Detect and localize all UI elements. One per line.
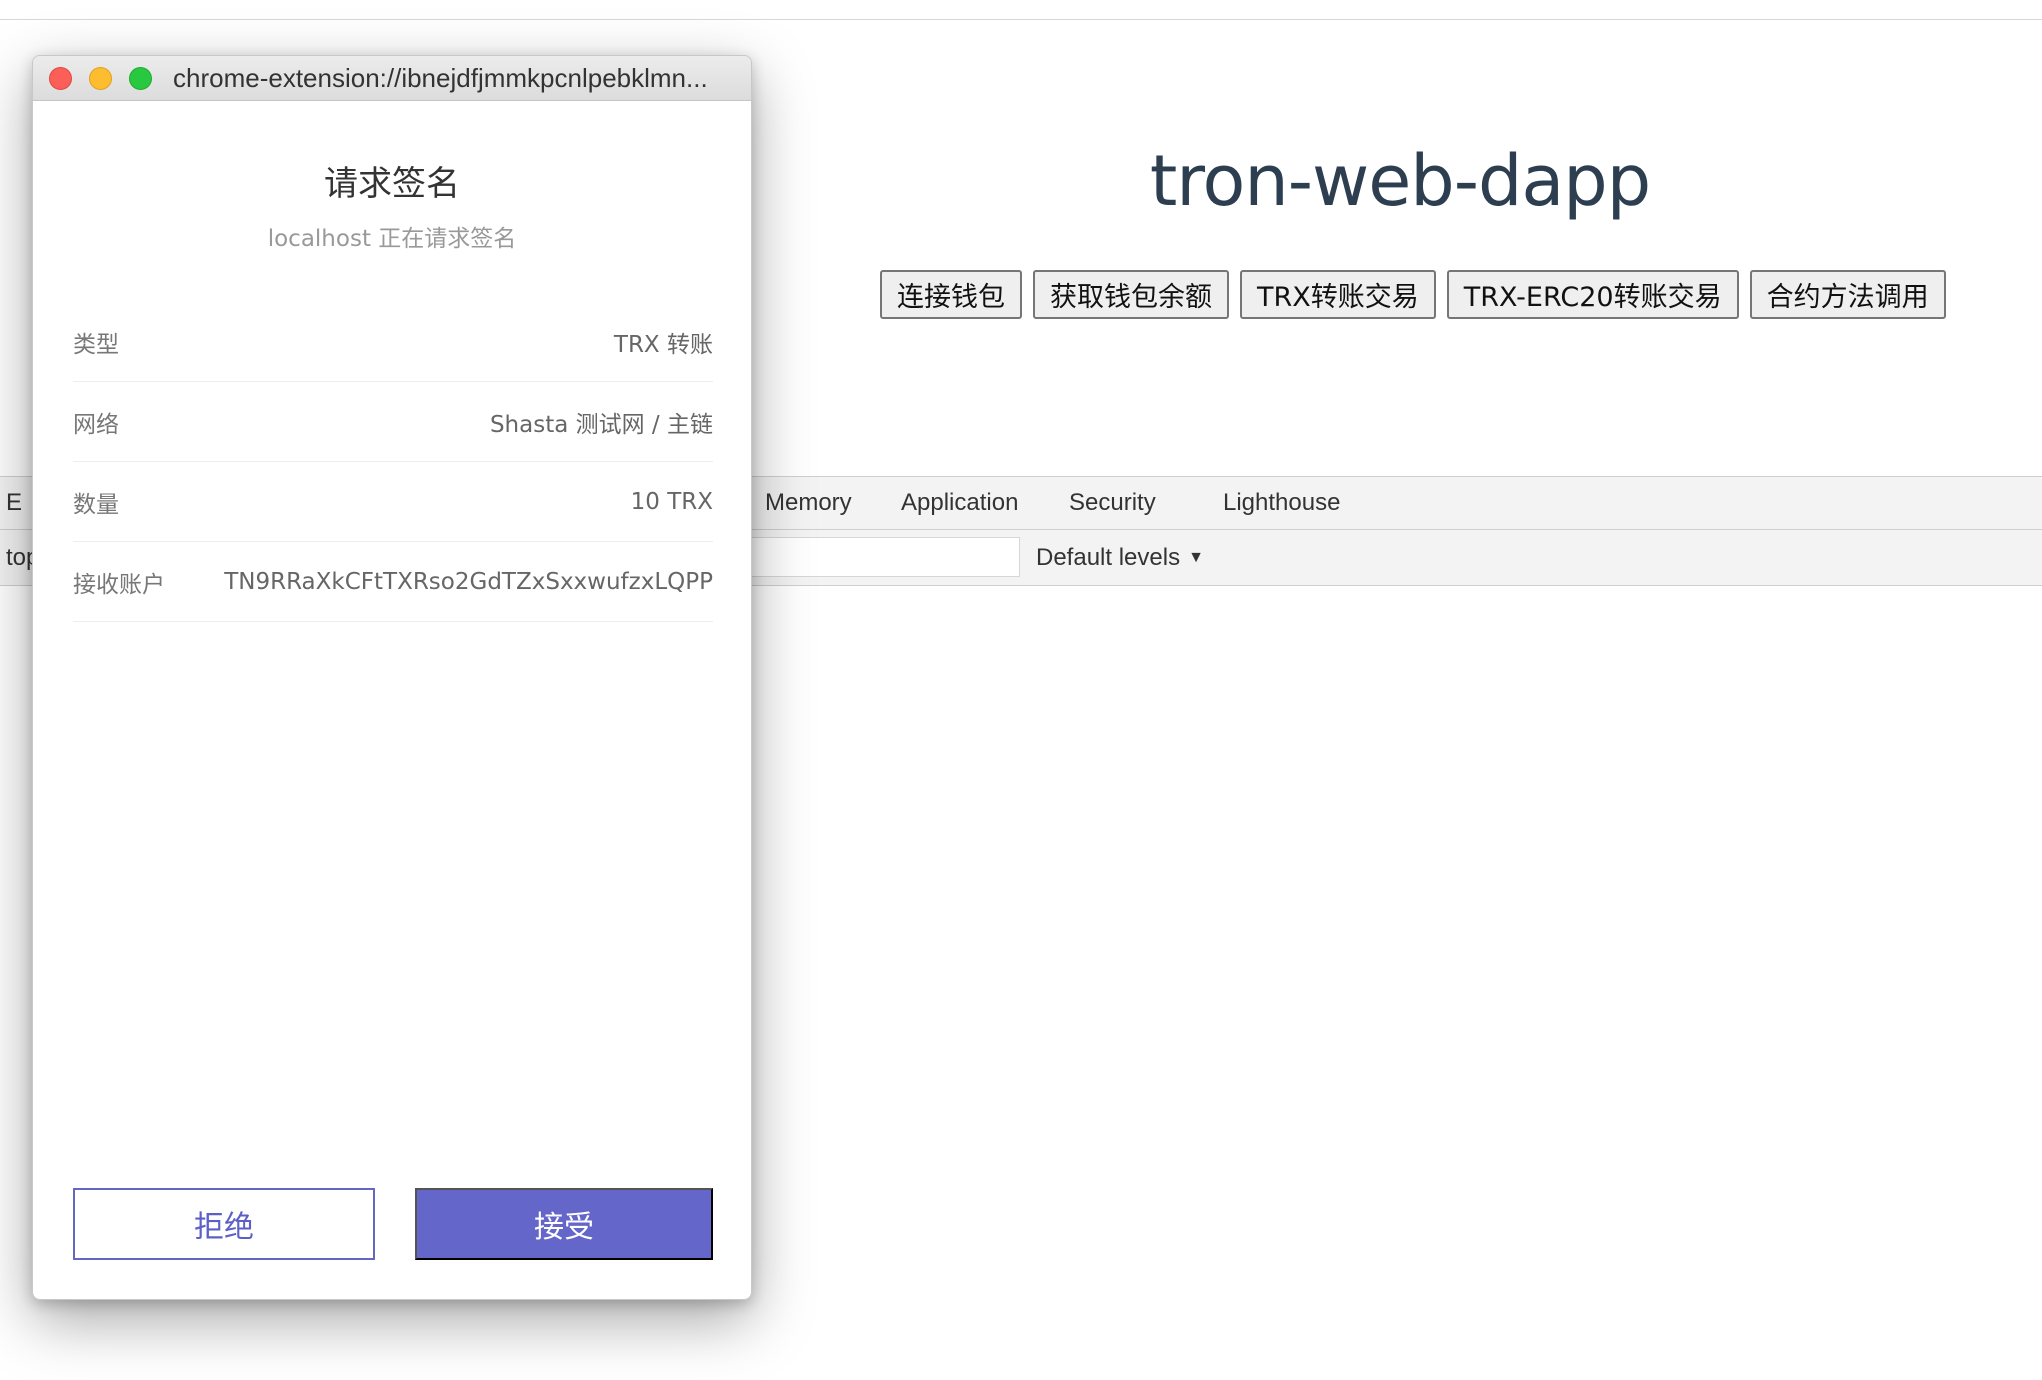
detail-label: 接收账户	[73, 571, 165, 598]
detail-label: 网络	[73, 411, 119, 438]
detail-label: 数量	[73, 491, 119, 518]
devtools-tab-security[interactable]: Security	[1069, 489, 1156, 517]
get-balance-button[interactable]: 获取钱包余额	[1033, 270, 1229, 319]
detail-value: TRX 转账	[613, 331, 713, 358]
minimize-window-icon[interactable]	[89, 66, 112, 90]
connect-wallet-button[interactable]: 连接钱包	[880, 270, 1022, 319]
devtools-tab-lighthouse[interactable]: Lighthouse	[1223, 489, 1340, 517]
sign-request-subtitle: localhost 正在请求签名	[267, 226, 517, 252]
trx-transfer-button[interactable]: TRX转账交易	[1240, 270, 1436, 319]
popup-url: chrome-extension://ibnejdfjmmkpcnlpebklm…	[173, 62, 708, 93]
detail-label: 类型	[73, 331, 119, 358]
detail-value: Shasta 测试网 / 主链	[489, 411, 713, 438]
zoom-window-icon[interactable]	[129, 66, 152, 90]
devtools-tab-elements-fragment[interactable]: E	[6, 489, 22, 517]
log-levels-dropdown[interactable]: Default levels ▼	[1036, 544, 1204, 572]
devtools-tab-application[interactable]: Application	[901, 489, 1018, 517]
contract-call-button[interactable]: 合约方法调用	[1749, 270, 1946, 319]
dapp-button-group: 连接钱包 获取钱包余额 TRX转账交易 TRX-ERC20转账交易 合约方法调用	[880, 270, 1946, 319]
console-filter-input[interactable]	[740, 537, 1020, 577]
dapp-page-title: tron-web-dapp	[1149, 140, 1651, 222]
detail-row-network: 网络 Shasta 测试网 / 主链	[73, 382, 713, 462]
sign-request-title: 请求签名	[324, 164, 460, 204]
close-window-icon[interactable]	[49, 66, 72, 90]
devtools-tab-memory[interactable]: Memory	[765, 489, 852, 517]
reject-button[interactable]: 拒绝	[73, 1188, 375, 1260]
browser-top-rule	[0, 19, 2042, 20]
detail-row-amount: 数量 10 TRX	[73, 462, 713, 542]
sign-actions: 拒绝 接受	[73, 1188, 713, 1260]
detail-row-type: 类型 TRX 转账	[73, 302, 713, 382]
sign-request-popup: chrome-extension://ibnejdfjmmkpcnlpebklm…	[32, 55, 752, 1300]
caret-down-icon: ▼	[1188, 549, 1204, 566]
popup-titlebar[interactable]: chrome-extension://ibnejdfjmmkpcnlpebklm…	[33, 56, 751, 101]
detail-value: TN9RRaXkCFtTXRso2GdTZxSxxwufzxLQPP	[224, 568, 713, 595]
accept-button[interactable]: 接受	[415, 1188, 713, 1260]
detail-row-recipient: 接收账户 TN9RRaXkCFtTXRso2GdTZxSxxwufzxLQPP	[73, 542, 713, 622]
detail-value: 10 TRX	[630, 488, 713, 515]
trc20-transfer-button[interactable]: TRX-ERC20转账交易	[1446, 270, 1739, 319]
log-levels-label: Default levels	[1036, 544, 1181, 571]
transaction-details: 类型 TRX 转账 网络 Shasta 测试网 / 主链 数量 10 TRX 接…	[73, 302, 713, 622]
